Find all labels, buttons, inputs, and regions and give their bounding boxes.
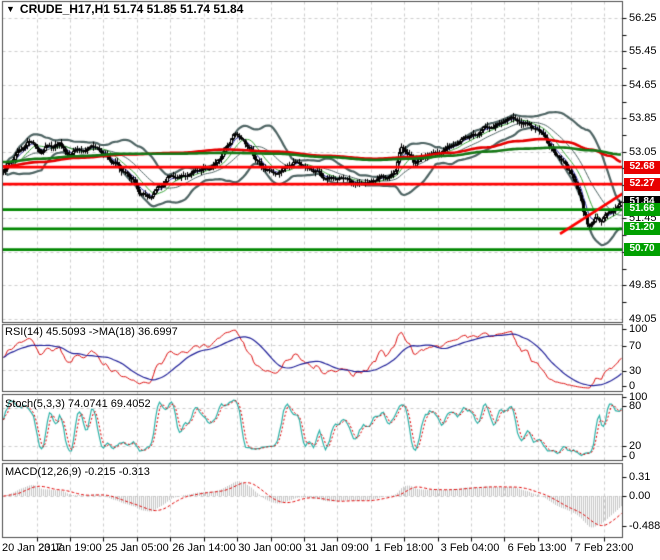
chart-title: CRUDE_H17,H1 51.74 51.85 51.74 51.84 [20,2,243,16]
price-badge-resistance-2: 52.27 [624,178,660,191]
indicator-axis-label: 70 [629,340,641,352]
price-axis-label: 54.65 [629,79,657,91]
price-axis-label: 53.05 [629,146,657,158]
stochastic-indicator-label: Stoch(5,3,3) 74.0741 69.4052 [5,398,151,410]
price-badge-support-1: 51.66 [624,203,660,216]
indicator-axis-label: 80 [629,400,641,412]
macd-indicator-label: MACD(12,26,9) -0.215 -0.313 [5,466,150,478]
time-axis-label: 25 Jan 05:00 [103,542,171,554]
indicator-axis-label: 0.31 [629,471,650,483]
time-axis-label: 7 Feb 23:00 [570,542,638,554]
time-axis-label: 1 Feb 18:00 [370,542,438,554]
indicator-axis-label: 100 [629,323,647,335]
chart-title-bar: ▼ CRUDE_H17,H1 51.74 51.85 51.74 51.84 [6,2,243,16]
time-axis-label: 23 Jan 19:00 [36,542,104,554]
rsi-indicator-label: RSI(14) 45.5093 ->MA(18) 36.6997 [5,326,178,338]
price-axis-label: 55.45 [629,45,657,57]
time-axis-label: 3 Feb 04:00 [436,542,504,554]
price-badge-support-2: 51.20 [624,222,660,235]
indicator-axis-label: 0.00 [629,490,650,502]
time-axis-label: 30 Jan 00:00 [236,542,304,554]
price-axis-label: 49.85 [629,279,657,291]
indicator-axis-label: 30 [629,365,641,377]
indicator-axis-label: -0.488 [629,520,660,532]
price-badge-resistance-1: 52.68 [624,161,660,174]
price-badge-support-3: 50.70 [624,243,660,256]
time-axis-label: 6 Feb 13:00 [503,542,571,554]
chart-window: ▼ CRUDE_H17,H1 51.74 51.85 51.74 51.84 R… [0,0,660,560]
price-axis-label: 56.25 [629,12,657,24]
symbol-dropdown-icon[interactable]: ▼ [6,3,15,15]
indicator-axis-label: 0 [629,450,635,462]
time-axis-label: 31 Jan 09:00 [303,542,371,554]
price-axis-label: 53.85 [629,112,657,124]
time-axis-label: 26 Jan 14:00 [170,542,238,554]
